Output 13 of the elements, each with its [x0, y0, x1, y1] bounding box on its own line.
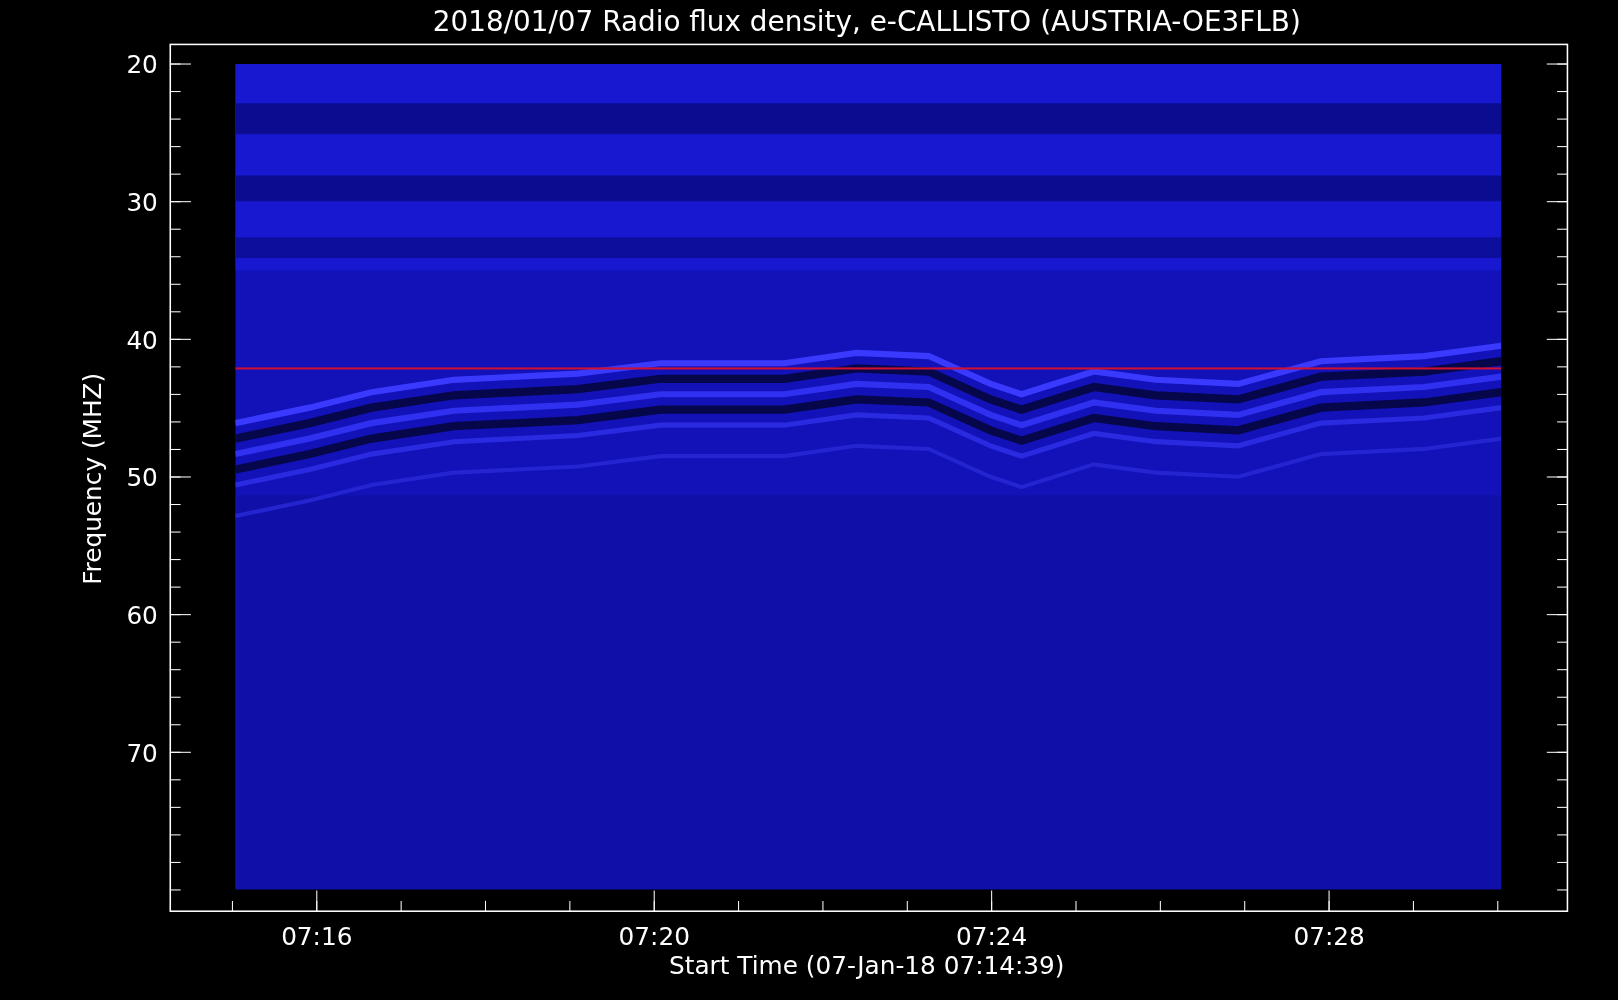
x-tick-label: 07:24	[956, 922, 1028, 952]
chart-title: 2018/01/07 Radio flux density, e-CALLISTO (AUSTRIA-OE3FLB)	[432, 5, 1301, 38]
x-tick-label: 07:20	[618, 922, 690, 952]
x-tick-label: 07:28	[1293, 922, 1365, 952]
y-tick-label: 50	[126, 463, 158, 493]
y-tick-label: 60	[126, 600, 158, 630]
y-axis-label: Frequency (MHZ)	[78, 372, 108, 585]
y-tick-label: 20	[126, 50, 158, 80]
y-tick-label: 40	[126, 325, 158, 355]
x-axis-label: Start Time (07-Jan-18 07:14:39)	[669, 951, 1065, 981]
y-tick-label: 30	[126, 187, 158, 217]
y-tick-label: 70	[126, 738, 158, 768]
x-tick-label: 07:16	[281, 922, 353, 952]
